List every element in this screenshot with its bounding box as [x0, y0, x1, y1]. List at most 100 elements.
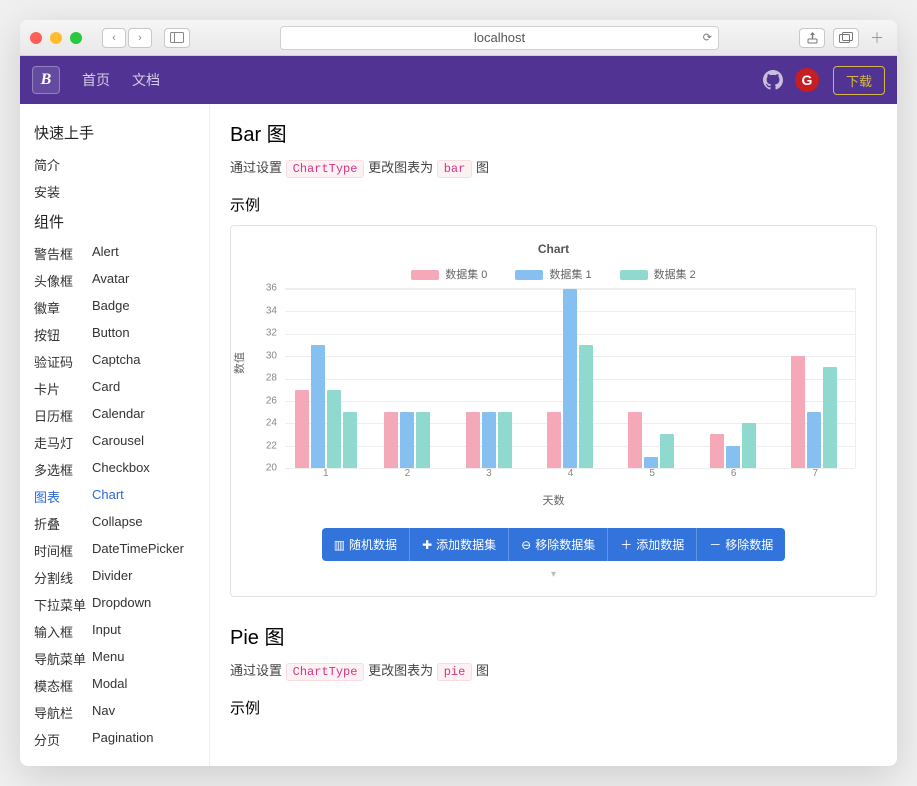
nav-docs[interactable]: 文档 [132, 70, 160, 90]
app-window: ‹ › localhost ⟳ ＋ B 首页 文档 G [20, 20, 897, 766]
add-dataset-button[interactable]: ✚添加数据集 [410, 528, 509, 561]
bar[interactable] [579, 345, 593, 468]
bar[interactable] [823, 367, 837, 468]
chart-card: Chart 数据集 0数据集 1数据集 2 数值 202224262830323… [230, 225, 877, 597]
remove-dataset-button[interactable]: ⊖移除数据集 [509, 528, 608, 561]
sidebar-item-avatar[interactable]: 头像框Avatar [34, 267, 201, 294]
sidebar-head-quickstart: 快速上手 [34, 122, 201, 143]
sidebar-item-input[interactable]: 输入框Input [34, 618, 201, 645]
bar[interactable] [628, 412, 642, 468]
sidebar-item-collapse[interactable]: 折叠Collapse [34, 510, 201, 537]
sidebar-item-datetimepicker[interactable]: 时间框DateTimePicker [34, 537, 201, 564]
pie-section-desc: 通过设置 ChartType 更改图表为 pie 图 [230, 660, 877, 679]
legend-swatch [620, 270, 648, 280]
sidebar-item-nav[interactable]: 导航栏Nav [34, 699, 201, 726]
x-tick: 4 [530, 468, 612, 488]
sidebar-item-dropdown[interactable]: 下拉菜单Dropdown [34, 591, 201, 618]
gitee-link[interactable]: G [795, 68, 819, 92]
desc-text: 更改图表为 [368, 160, 433, 175]
bar[interactable] [416, 412, 430, 468]
code-charttype: ChartType [286, 663, 365, 681]
url-bar[interactable]: localhost ⟳ [280, 26, 719, 50]
sidebar-item-checkbox[interactable]: 多选框Checkbox [34, 456, 201, 483]
sidebar-item[interactable]: 简介 [34, 151, 201, 178]
bar[interactable] [726, 446, 740, 468]
bar[interactable] [295, 390, 309, 468]
bar[interactable] [482, 412, 496, 468]
legend-item[interactable]: 数据集 2 [620, 266, 696, 282]
app-logo[interactable]: B [32, 66, 60, 94]
y-axis: 202224262830323436 [251, 288, 281, 468]
y-tick: 36 [266, 283, 277, 294]
bar[interactable] [742, 423, 756, 468]
minimize-window[interactable] [50, 32, 62, 44]
bar[interactable] [327, 390, 341, 468]
sidebar-item-card[interactable]: 卡片Card [34, 375, 201, 402]
bar[interactable] [791, 356, 805, 468]
bar[interactable] [644, 457, 658, 468]
legend-item[interactable]: 数据集 1 [515, 266, 591, 282]
btn-label: 随机数据 [349, 536, 397, 553]
random-data-button[interactable]: ▥随机数据 [322, 528, 410, 561]
sidebar-item-en: Checkbox [92, 460, 150, 479]
sidebar-item-en: Nav [92, 703, 115, 722]
legend-item[interactable]: 数据集 0 [411, 266, 487, 282]
sidebar-item-carousel[interactable]: 走马灯Carousel [34, 429, 201, 456]
main-content[interactable]: Bar 图 通过设置 ChartType 更改图表为 bar 图 示例 Char… [210, 104, 897, 766]
forward-button[interactable]: › [128, 28, 152, 48]
bar-group [529, 289, 610, 468]
bar[interactable] [563, 289, 577, 468]
sidebar[interactable]: 快速上手 简介安装 组件 警告框Alert头像框Avatar徽章Badge按钮B… [20, 104, 210, 766]
sidebar-toggle[interactable] [164, 28, 190, 48]
new-tab-button[interactable]: ＋ [867, 28, 887, 48]
download-button[interactable]: 下载 [833, 66, 885, 95]
sidebar-item-cn: 警告框 [34, 244, 92, 263]
github-link[interactable] [761, 68, 785, 92]
add-data-button[interactable]: ＋添加数据 [608, 528, 697, 561]
bar[interactable] [466, 412, 480, 468]
btn-label: 移除数据集 [535, 536, 595, 553]
tabs-button[interactable] [833, 28, 859, 48]
expand-handle[interactable]: ▾ [247, 569, 860, 580]
bar[interactable] [547, 412, 561, 468]
bar[interactable] [807, 412, 821, 468]
sidebar-item-en: Collapse [92, 514, 143, 533]
bar[interactable] [343, 412, 357, 468]
x-axis-label: 天数 [247, 492, 860, 508]
bar[interactable] [311, 345, 325, 468]
sidebar-item-cn: 下拉菜单 [34, 595, 92, 614]
sidebar-item-modal[interactable]: 模态框Modal [34, 672, 201, 699]
x-tick: 5 [611, 468, 693, 488]
zoom-window[interactable] [70, 32, 82, 44]
bar[interactable] [710, 434, 724, 468]
minus-icon: － [709, 536, 721, 553]
sidebar-item-pagination[interactable]: 分页Pagination [34, 726, 201, 753]
remove-data-button[interactable]: －移除数据 [697, 528, 785, 561]
y-tick: 24 [266, 418, 277, 429]
bar[interactable] [384, 412, 398, 468]
refresh-icon[interactable]: ⟳ [703, 31, 712, 44]
sidebar-item[interactable]: 安装 [34, 178, 201, 205]
close-window[interactable] [30, 32, 42, 44]
bar[interactable] [498, 412, 512, 468]
sidebar-item-menu[interactable]: 导航菜单Menu [34, 645, 201, 672]
sidebar-item-badge[interactable]: 徽章Badge [34, 294, 201, 321]
sidebar-item-cn: 导航菜单 [34, 649, 92, 668]
bar[interactable] [400, 412, 414, 468]
sidebar-item-cn: 简介 [34, 155, 92, 174]
sidebar-item-divider[interactable]: 分割线Divider [34, 564, 201, 591]
sidebar-item-calendar[interactable]: 日历框Calendar [34, 402, 201, 429]
sidebar-item-button[interactable]: 按钮Button [34, 321, 201, 348]
sidebar-item-alert[interactable]: 警告框Alert [34, 240, 201, 267]
bar[interactable] [660, 434, 674, 468]
plot-area [285, 288, 856, 468]
share-button[interactable] [799, 28, 825, 48]
nav-home[interactable]: 首页 [82, 70, 110, 90]
github-icon [763, 70, 783, 90]
sidebar-item-chart[interactable]: 图表Chart [34, 483, 201, 510]
back-button[interactable]: ‹ [102, 28, 126, 48]
traffic-lights [30, 32, 82, 44]
y-tick: 28 [266, 373, 277, 384]
sidebar-item-captcha[interactable]: 验证码Captcha [34, 348, 201, 375]
bar-section-title: Bar 图 [230, 118, 877, 147]
